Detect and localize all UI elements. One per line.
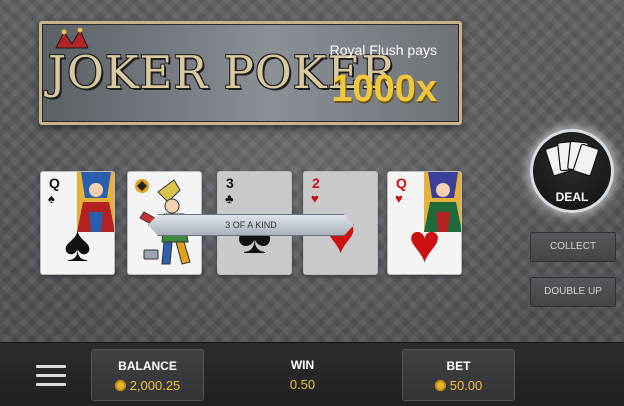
deal-button-label: DEAL (555, 190, 589, 204)
bet-label: BET (446, 359, 471, 373)
bet-panel[interactable]: BET 50.00 (402, 349, 515, 401)
win-panel: WIN 0.50 (246, 349, 359, 401)
win-value: 0.50 (289, 377, 316, 392)
card-rank: Q (396, 175, 407, 191)
coin-icon (114, 380, 126, 391)
card-rank: 3 (226, 175, 234, 191)
collect-button[interactable]: COLLECT (530, 232, 616, 262)
hand-result-banner: 3 OF A KIND (148, 214, 354, 236)
card-5[interactable]: Q ♥ ♥ (387, 171, 462, 275)
double-up-button[interactable]: DOUBLE UP (530, 277, 616, 307)
balance-value: 2,000.25 (129, 378, 181, 393)
card-rank: Q (49, 175, 60, 191)
card-rank: 2 (312, 175, 320, 191)
card-suit: ♥ (311, 191, 319, 206)
game-banner: JOKER POKER Royal Flush pays 1000x (39, 21, 462, 125)
card-suit: ♥ (395, 191, 403, 206)
balance-label: BALANCE (118, 359, 177, 373)
promo-value: 1000x (331, 68, 437, 110)
deal-button[interactable]: DEAL (530, 129, 614, 213)
promo-label: Royal Flush pays (329, 42, 437, 58)
balance-panel: BALANCE 2,000.25 (91, 349, 204, 401)
card-suit: ♣ (225, 191, 234, 206)
cards-fan-icon (545, 140, 599, 177)
card-pip: ♥ (408, 214, 441, 274)
hamburger-menu-icon[interactable] (36, 365, 66, 387)
coin-icon (434, 380, 446, 391)
win-label: WIN (290, 358, 315, 372)
bet-value: 50.00 (449, 378, 483, 393)
status-bar: BALANCE 2,000.25 WIN 0.50 BET 50.00 (0, 342, 624, 406)
card-pip: ♠ (64, 216, 91, 272)
card-1[interactable]: Q ♠ ♠ (40, 171, 115, 275)
card-suit: ♠ (48, 191, 55, 206)
